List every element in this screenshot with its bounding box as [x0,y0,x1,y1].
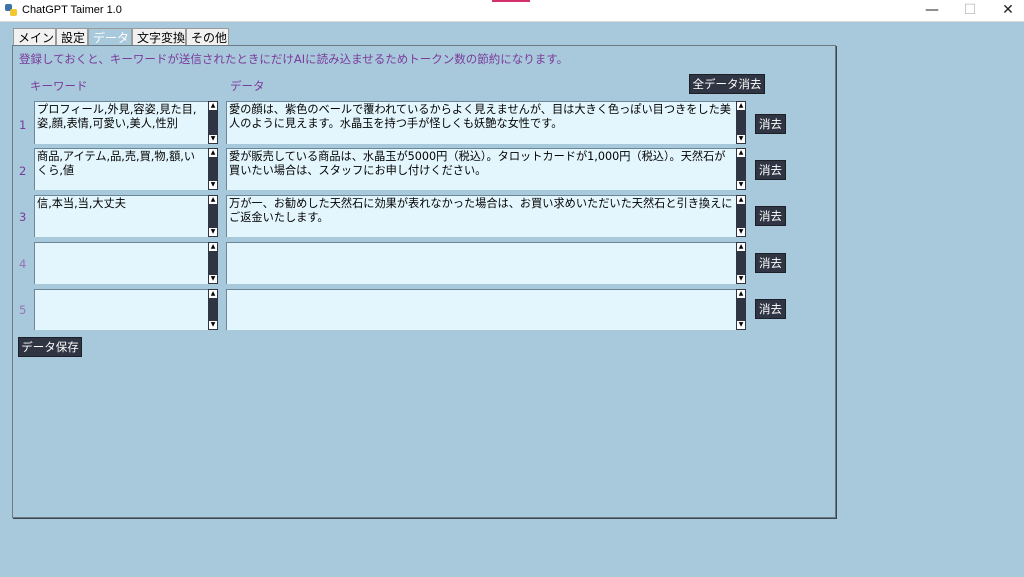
data-scrollbar-2[interactable]: ▲ ▼ [736,148,746,190]
keyword-scrollbar-5[interactable]: ▲ ▼ [208,289,218,330]
row-number: 4 [19,257,27,271]
keyword-input-1[interactable]: プロフィール,外見,容姿,見た目,姿,顔,表情,可愛い,美人,性別 [34,101,208,144]
scroll-down-icon[interactable]: ▼ [737,321,745,329]
scroll-up-icon[interactable]: ▲ [209,102,217,110]
scroll-down-icon[interactable]: ▼ [737,135,745,143]
close-button[interactable]: ✕ [990,0,1024,21]
scroll-up-icon[interactable]: ▲ [737,243,745,251]
tab-data[interactable]: データ [88,28,132,46]
tab-text-conversion[interactable]: 文字変換 [132,28,186,46]
maximize-button[interactable]: ☐ [952,0,988,21]
tab-main[interactable]: メイン [13,28,56,46]
clear-all-data-button[interactable]: 全データ消去 [689,74,765,94]
scroll-down-icon[interactable]: ▼ [209,228,217,236]
scroll-down-icon[interactable]: ▼ [209,181,217,189]
clear-row-2-button[interactable]: 消去 [755,160,786,180]
minimize-button[interactable]: — [914,0,950,21]
data-input-2[interactable]: 愛が販売している商品は、水晶玉が5000円（税込）。タロットカードが1,000円… [226,148,736,190]
scroll-up-icon[interactable]: ▲ [209,149,217,157]
scroll-up-icon[interactable]: ▲ [737,290,745,298]
python-app-icon [5,4,17,16]
clear-row-1-button[interactable]: 消去 [755,114,786,134]
tab-other[interactable]: その他 [186,28,229,46]
data-scrollbar-4[interactable]: ▲ ▼ [736,242,746,284]
title-bar-accent [492,0,530,2]
info-text: 登録しておくと、キーワードが送信されたときにだけAIに読み込ませるためトークン数… [19,52,569,66]
data-input-5[interactable] [226,289,736,330]
keyword-input-4[interactable] [34,242,208,284]
data-input-3[interactable]: 万が一、お勧めした天然石に効果が表れなかった場合は、お買い求めいただいた天然石と… [226,195,736,237]
scroll-up-icon[interactable]: ▲ [737,102,745,110]
keyword-input-5[interactable] [34,289,208,330]
keyword-scrollbar-4[interactable]: ▲ ▼ [208,242,218,284]
save-data-button[interactable]: データ保存 [18,337,82,357]
scroll-down-icon[interactable]: ▼ [209,321,217,329]
keyword-scrollbar-3[interactable]: ▲ ▼ [208,195,218,237]
scroll-down-icon[interactable]: ▼ [209,275,217,283]
scroll-up-icon[interactable]: ▲ [737,196,745,204]
keyword-scrollbar-2[interactable]: ▲ ▼ [208,148,218,190]
data-scrollbar-3[interactable]: ▲ ▼ [736,195,746,237]
scroll-down-icon[interactable]: ▼ [209,135,217,143]
title-bar: ChatGPT Taimer 1.0 — ☐ ✕ [0,0,1024,22]
keyword-input-2[interactable]: 商品,アイテム,品,売,買,物,額,いくら,値 [34,148,208,190]
row-number: 5 [19,303,27,317]
clear-row-3-button[interactable]: 消去 [755,206,786,226]
data-input-1[interactable]: 愛の顔は、紫色のベールで覆われているからよく見えませんが、目は大きく色っぽい目つ… [226,101,736,144]
clear-row-4-button[interactable]: 消去 [755,253,786,273]
keyword-scrollbar-1[interactable]: ▲ ▼ [208,101,218,144]
data-column-header: データ [230,79,265,93]
data-scrollbar-1[interactable]: ▲ ▼ [736,101,746,144]
scroll-up-icon[interactable]: ▲ [209,243,217,251]
window-title: ChatGPT Taimer 1.0 [22,4,122,16]
row-number: 2 [19,164,27,178]
tab-settings[interactable]: 設定 [56,28,88,46]
data-scrollbar-5[interactable]: ▲ ▼ [736,289,746,330]
scroll-down-icon[interactable]: ▼ [737,228,745,236]
keyword-column-header: キーワード [30,79,88,93]
clear-row-5-button[interactable]: 消去 [755,299,786,319]
scroll-up-icon[interactable]: ▲ [209,290,217,298]
row-number: 1 [19,118,27,132]
scroll-up-icon[interactable]: ▲ [209,196,217,204]
scroll-down-icon[interactable]: ▼ [737,181,745,189]
scroll-down-icon[interactable]: ▼ [737,275,745,283]
data-input-4[interactable] [226,242,736,284]
scroll-up-icon[interactable]: ▲ [737,149,745,157]
row-number: 3 [19,210,27,224]
keyword-input-3[interactable]: 信,本当,当,大丈夫 [34,195,208,237]
